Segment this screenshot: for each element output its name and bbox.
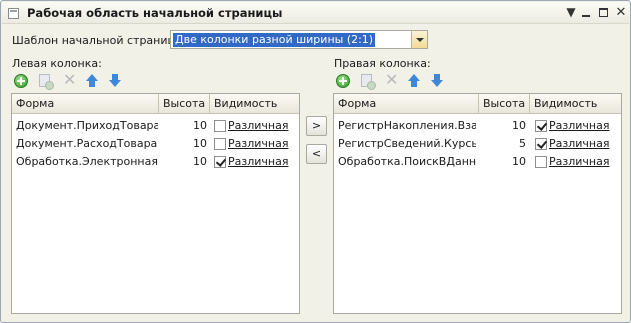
visibility-checkbox[interactable] [214,156,226,168]
right-add-button[interactable] [334,72,352,90]
table-header: Форма Высота Видимость [334,94,621,114]
height-cell: 10 [193,155,207,168]
height-cell: 10 [193,119,207,132]
height-cell: 10 [193,137,207,150]
dialog-window: Рабочая область начальной страницы ▼ ✕ Ш… [0,0,631,323]
left-move-down-button[interactable] [106,72,124,90]
add-icon [336,74,350,88]
right-forms-table[interactable]: Форма Высота Видимость РегистрНакопления… [333,93,622,314]
right-move-down-button[interactable] [428,72,446,90]
visibility-checkbox[interactable] [535,156,547,168]
close-button[interactable]: ✕ [612,4,630,21]
table-row[interactable]: Документ.ПриходТовара... 10 Различная [12,117,299,135]
table-header: Форма Высота Видимость [12,94,299,114]
right-delete-button[interactable]: ✕ [382,72,400,90]
window-icon [8,8,19,19]
visibility-checkbox[interactable] [535,120,547,132]
title-bar: Рабочая область начальной страницы ▼ ✕ [2,2,629,24]
minimize-button[interactable] [577,4,595,21]
move-down-icon [431,74,443,87]
dropdown-arrow-icon[interactable] [411,31,427,48]
table-row[interactable]: Документ.РасходТовара... 10 Различная [12,135,299,153]
form-cell: Документ.РасходТовара... [16,137,158,150]
minimize-icon [582,15,590,17]
table-row[interactable]: РегистрСведений.Курсы... 5 Различная [334,135,621,153]
height-cell: 10 [512,155,526,168]
form-cell: Обработка.Электронная... [16,155,158,168]
table-row[interactable]: Обработка.ПоискВДанн... 10 Различная [334,153,621,171]
form-cell: Документ.ПриходТовара... [16,119,158,132]
right-toolbar: ✕ [334,72,454,90]
column-header-form[interactable]: Форма [12,94,159,114]
visibility-checkbox[interactable] [535,138,547,150]
right-copy-button[interactable] [358,72,376,90]
column-header-visibility[interactable]: Видимость [210,94,301,114]
left-add-button[interactable] [12,72,30,90]
left-column-label: Левая колонка: [12,57,102,70]
visibility-link[interactable]: Различная [549,135,609,153]
delete-icon: ✕ [385,70,399,89]
move-down-icon [109,74,121,87]
visibility-link[interactable]: Различная [549,117,609,135]
visibility-checkbox[interactable] [214,138,226,150]
left-move-up-button[interactable] [83,72,101,90]
form-cell: РегистрНакопления.Вза... [338,119,476,132]
delete-icon: ✕ [63,70,77,89]
add-icon [14,74,28,88]
table-row[interactable]: РегистрНакопления.Вза... 10 Различная [334,117,621,135]
column-header-form[interactable]: Форма [334,94,479,114]
column-header-visibility[interactable]: Видимость [530,94,623,114]
height-cell: 10 [512,119,526,132]
template-label: Шаблон начальной страницы: [12,34,188,47]
visibility-link[interactable]: Различная [228,135,288,153]
move-left-button[interactable]: < [306,144,327,164]
maximize-icon [598,8,608,17]
left-toolbar: ✕ [12,72,132,90]
column-header-height[interactable]: Высота [159,94,210,114]
table-row[interactable]: Обработка.Электронная... 10 Различная [12,153,299,171]
right-column-label: Правая колонка: [334,57,431,70]
move-up-icon [408,74,420,87]
move-up-icon [86,74,98,87]
left-delete-button[interactable]: ✕ [60,72,78,90]
form-cell: РегистрСведений.Курсы... [338,137,476,150]
move-right-button[interactable]: > [306,116,327,136]
maximize-button[interactable] [594,4,612,21]
left-copy-button[interactable] [36,72,54,90]
visibility-link[interactable]: Различная [228,117,288,135]
visibility-checkbox[interactable] [214,120,226,132]
visibility-link[interactable]: Различная [549,153,609,171]
form-cell: Обработка.ПоискВДанн... [338,155,476,168]
template-combobox-value[interactable]: Две колонки разной ширины (2:1) [173,33,376,47]
height-cell: 5 [519,137,526,150]
left-forms-table[interactable]: Форма Высота Видимость Документ.ПриходТо… [11,93,300,314]
template-combobox[interactable]: Две колонки разной ширины (2:1) [170,30,428,49]
copy-icon [361,74,376,90]
right-move-up-button[interactable] [405,72,423,90]
visibility-link[interactable]: Различная [228,153,288,171]
column-header-height[interactable]: Высота [479,94,530,114]
window-title: Рабочая область начальной страницы [27,6,283,20]
copy-icon [39,74,54,90]
